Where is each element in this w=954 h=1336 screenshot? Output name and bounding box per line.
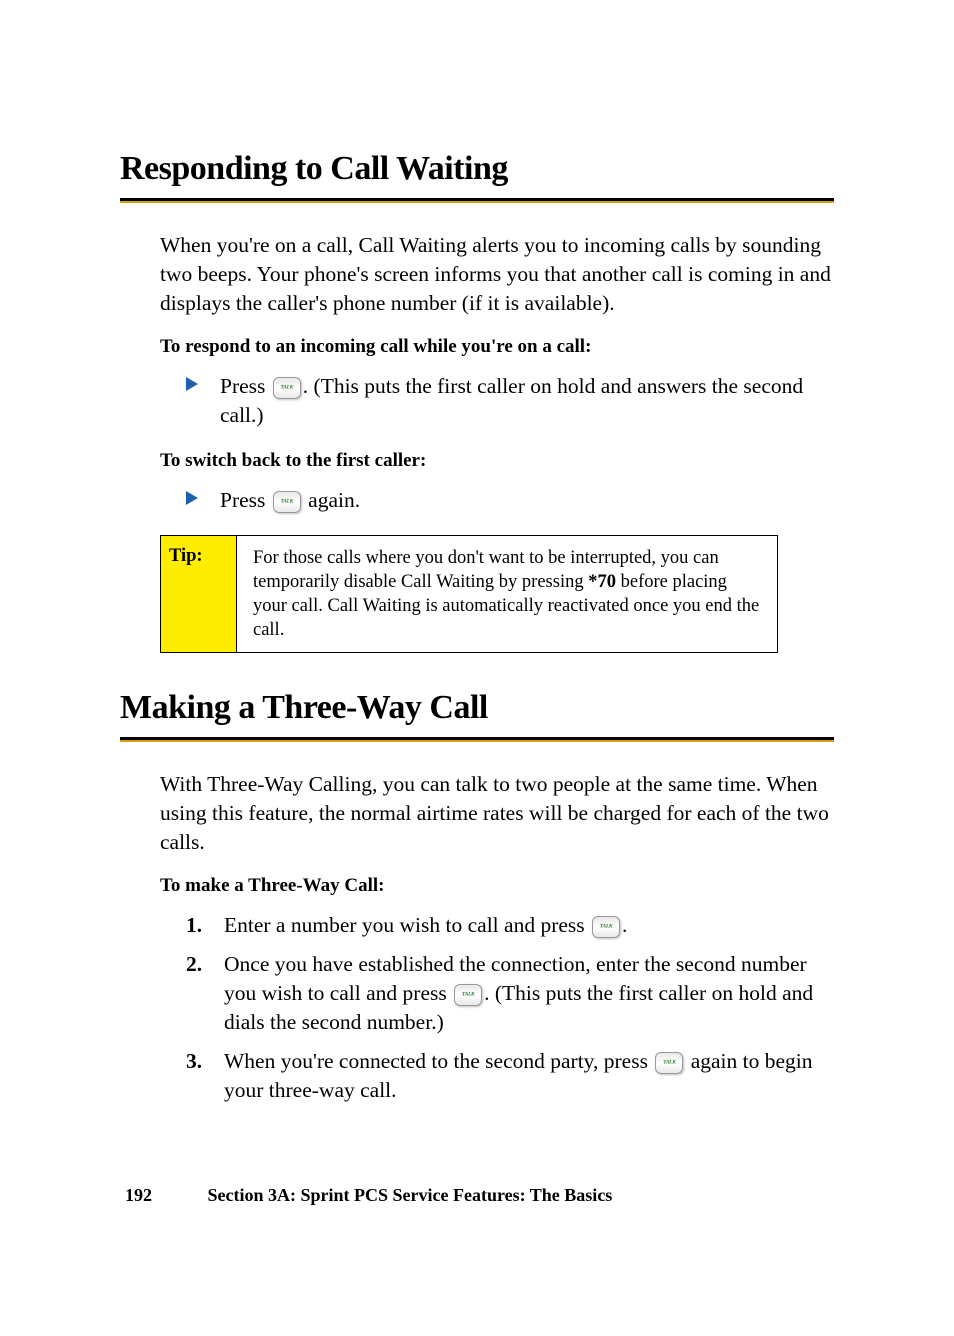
list-item: Press again. (180, 486, 834, 515)
talk-key-icon (655, 1052, 683, 1074)
talk-key-icon (454, 984, 482, 1006)
talk-key-icon (273, 377, 301, 399)
section-heading-2: Making a Three-Way Call (120, 689, 834, 731)
bullet-text-post: again. (303, 488, 360, 512)
page-footer: 192 Section 3A: Sprint PCS Service Featu… (125, 1185, 612, 1206)
list-item: Press . (This puts the first caller on h… (180, 372, 834, 430)
bullet-list-1: Press . (This puts the first caller on h… (180, 372, 834, 430)
section2-intro: With Three-Way Calling, you can talk to … (160, 770, 834, 857)
page-number: 192 (125, 1185, 203, 1206)
talk-key-icon (273, 491, 301, 513)
list-item: Once you have established the connection… (180, 950, 834, 1037)
bullet-text-post: . (This puts the first caller on hold an… (220, 374, 803, 427)
ordered-list: Enter a number you wish to call and pres… (180, 911, 834, 1105)
step-text-pre: When you're connected to the second part… (224, 1049, 653, 1073)
talk-key-icon (592, 916, 620, 938)
bullet-text-pre: Press (220, 374, 271, 398)
step-text-pre: Enter a number you wish to call and pres… (224, 913, 590, 937)
tip-label: Tip: (161, 536, 237, 652)
bullet-icon (186, 491, 198, 505)
step-text-post: . (622, 913, 627, 937)
bullet-list-2: Press again. (180, 486, 834, 515)
section1-subheading-1: To respond to an incoming call while you… (160, 336, 834, 358)
section-divider (120, 737, 834, 742)
tip-text: For those calls where you don't want to … (237, 536, 777, 652)
section2-subheading-1: To make a Three-Way Call: (160, 875, 834, 897)
section-divider (120, 198, 834, 203)
list-item: Enter a number you wish to call and pres… (180, 911, 834, 940)
section1-intro: When you're on a call, Call Waiting aler… (160, 231, 834, 318)
section-reference: Section 3A: Sprint PCS Service Features:… (208, 1185, 613, 1205)
bullet-text-pre: Press (220, 488, 271, 512)
section-heading-1: Responding to Call Waiting (120, 150, 834, 192)
tip-box: Tip: For those calls where you don't wan… (160, 535, 778, 653)
bullet-icon (186, 377, 198, 391)
section1-subheading-2: To switch back to the first caller: (160, 450, 834, 472)
tip-bold: *70 (588, 572, 616, 592)
list-item: When you're connected to the second part… (180, 1047, 834, 1105)
